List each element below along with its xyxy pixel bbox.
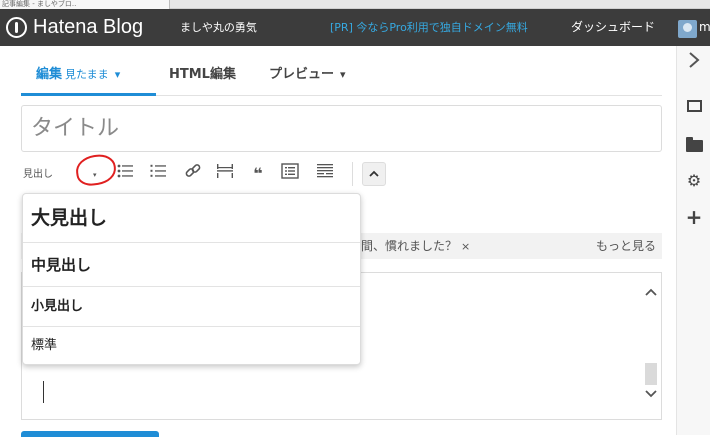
bullet-list-icon[interactable] [114, 163, 136, 185]
dashboard-link[interactable]: ダッシュボード [571, 20, 655, 34]
heading-select[interactable]: 見出し ▾ [21, 163, 109, 187]
hatena-logo-icon[interactable] [6, 17, 27, 38]
image-icon[interactable] [677, 92, 710, 116]
tab-html-edit[interactable]: HTML編集 [169, 60, 236, 96]
notice-text: 間、慣れました？ × [361, 233, 470, 260]
tab-preview-label: プレビュー [269, 67, 335, 82]
chevron-down-icon: ▾ [93, 171, 97, 179]
collapse-panel-icon[interactable] [677, 50, 710, 74]
right-sidebar: ⚙ + [676, 46, 710, 435]
scroll-up-icon[interactable] [641, 287, 661, 301]
chevron-down-icon: ▾ [340, 68, 346, 81]
browser-tab[interactable]: 記事編集 - ましやブロ.. [0, 0, 170, 9]
scroll-down-icon[interactable] [641, 389, 661, 403]
quote-icon[interactable]: ❝ [247, 163, 269, 185]
tab-preview[interactable]: プレビュー ▾ [269, 60, 346, 96]
text-cursor [43, 381, 44, 403]
blog-name-link[interactable]: ましや丸の勇気 [180, 21, 257, 35]
settings-icon[interactable]: ⚙ [677, 169, 710, 193]
link-icon[interactable] [182, 163, 204, 185]
heading-option-large[interactable]: 大見出し [23, 194, 360, 243]
add-icon[interactable]: + [677, 205, 710, 229]
user-name-initial[interactable]: m [699, 20, 710, 34]
folder-icon[interactable] [677, 132, 710, 156]
pro-promo-link[interactable]: [PR] 今ならPro利用で独自ドメイン無料 [330, 21, 528, 35]
tab-edit-label: 編集 [36, 67, 63, 82]
read-more-icon[interactable] [214, 163, 236, 185]
notice-message: 間、慣れました？ [361, 239, 458, 253]
tab-edit-wysiwyg[interactable]: 編集 見たまま ▾ [21, 60, 156, 96]
toolbar-divider [352, 162, 353, 186]
editor-mode-tabs: 編集 見たまま ▾ HTML編集 プレビュー ▾ [21, 60, 662, 96]
numbered-list-icon[interactable] [147, 163, 169, 185]
tab-edit-mode-label: 見たまま [65, 68, 109, 81]
see-more-link[interactable]: もっと見る [596, 233, 656, 259]
heading-option-medium[interactable]: 中見出し [23, 243, 360, 287]
heading-select-value: 見出し [23, 169, 53, 180]
close-icon[interactable]: × [461, 240, 470, 253]
heading-option-normal[interactable]: 標準 [23, 327, 360, 364]
browser-tab-strip: 記事編集 - ましやブロ.. [0, 0, 710, 9]
heading-option-small[interactable]: 小見出し [23, 287, 360, 327]
editor-scrollbar[interactable] [641, 273, 661, 419]
brand-title[interactable]: Hatena Blog [33, 15, 143, 39]
publish-button[interactable] [21, 431, 159, 437]
title-input[interactable] [21, 105, 662, 152]
chevron-down-icon: ▾ [114, 68, 121, 81]
heading-dropdown-menu: 大見出し 中見出し 小見出し 標準 [22, 193, 361, 365]
user-avatar[interactable] [678, 20, 697, 38]
table-of-contents-icon[interactable] [279, 163, 301, 185]
scroll-thumb[interactable] [645, 363, 657, 385]
collapse-toolbar-button[interactable] [362, 162, 386, 186]
editor-toolbar: 見出し ▾ ❝ [21, 152, 662, 189]
horizontal-rule-icon[interactable] [314, 163, 336, 185]
top-bar: Hatena Blog ましや丸の勇気 [PR] 今ならPro利用で独自ドメイン… [0, 9, 710, 46]
